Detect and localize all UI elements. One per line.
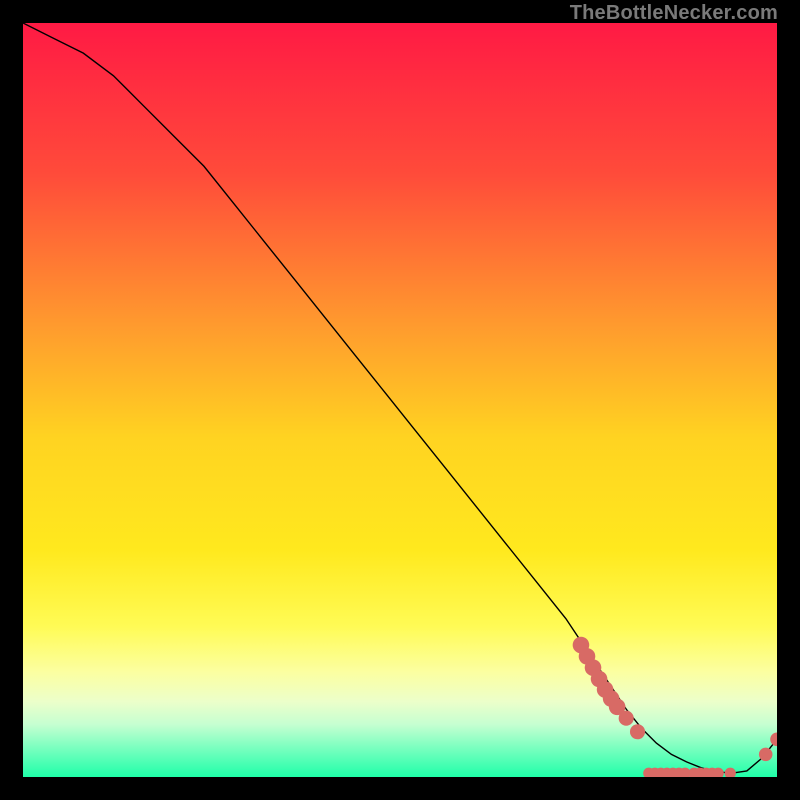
- watermark-text: TheBottleNecker.com: [570, 2, 778, 25]
- background-gradient: [23, 23, 777, 777]
- chart-stage: TheBottleNecker.com: [0, 0, 800, 800]
- plot-area: [23, 23, 777, 777]
